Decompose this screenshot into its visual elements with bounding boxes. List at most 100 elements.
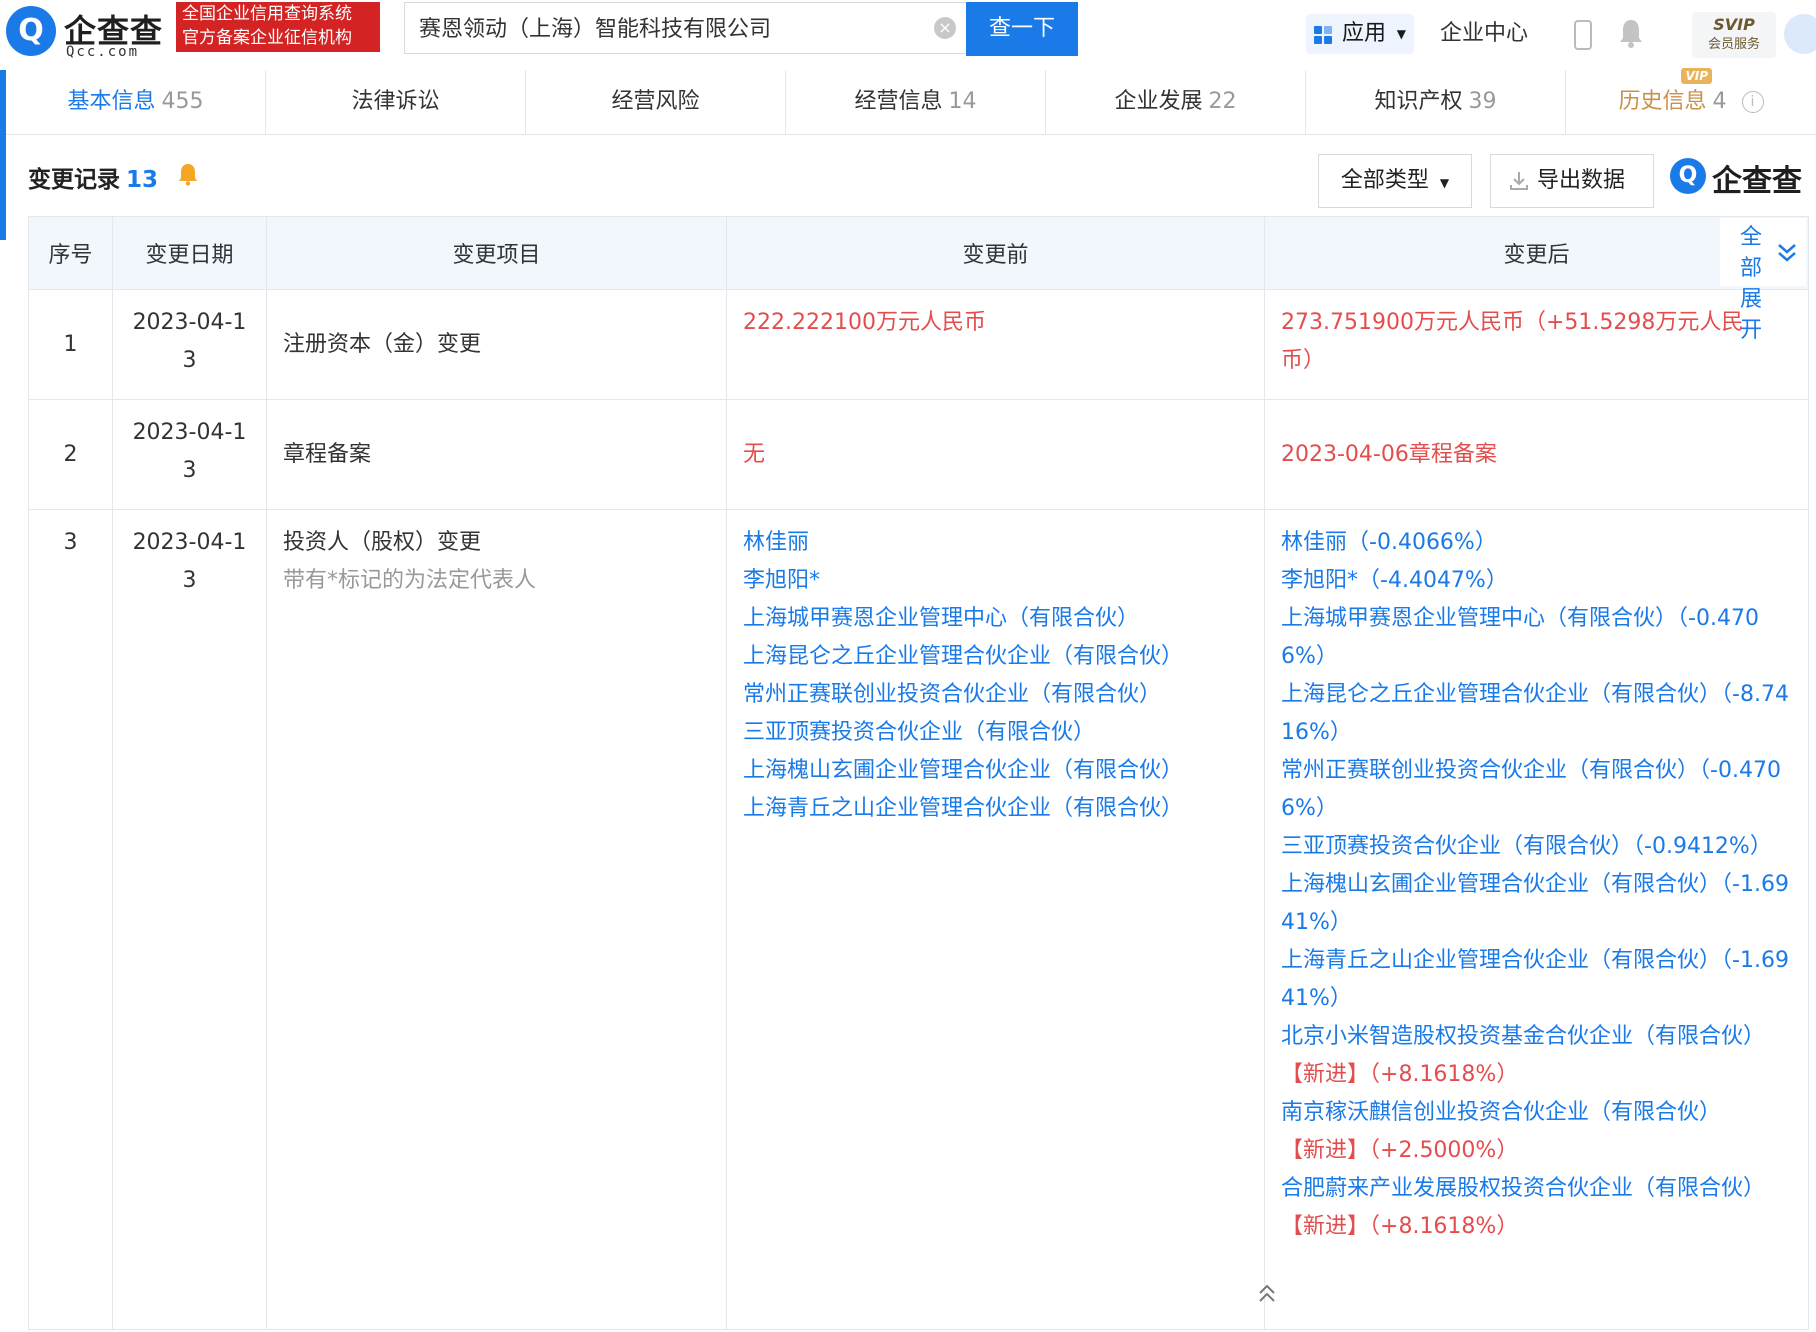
new-investor-tag: 【新进】 bbox=[1281, 1138, 1370, 1163]
double-chevron-up-icon[interactable] bbox=[1256, 1282, 1278, 1304]
column-header: 变更前 bbox=[726, 216, 1265, 290]
table-row: 2 2023-04-13 章程备案 无 2023-04-06章程备案 bbox=[28, 399, 1809, 510]
export-data-button[interactable]: 导出数据 bbox=[1490, 154, 1654, 208]
investor-change: 上海城甲赛恩企业管理中心（有限合伙）（-0.4706%） bbox=[1281, 600, 1792, 676]
investor-link[interactable]: 上海昆仑之丘企业管理合伙企业（有限合伙） bbox=[743, 638, 1248, 676]
investor-change: 常州正赛联创业投资合伙企业（有限合伙）（-0.4706%） bbox=[1281, 752, 1792, 828]
svip-title: SVIP bbox=[1713, 15, 1755, 34]
tab-development[interactable]: 企业发展 22 bbox=[1046, 70, 1306, 134]
tab-business-risk[interactable]: 经营风险 bbox=[526, 70, 786, 134]
export-label: 导出数据 bbox=[1537, 168, 1626, 193]
investor-link[interactable]: 常州正赛联创业投资合伙企业（有限合伙） bbox=[743, 676, 1248, 714]
qcc-logo[interactable]: Q 企查查 Qcc.com bbox=[6, 6, 170, 60]
chevron-down-icon: ▼ bbox=[1439, 176, 1450, 190]
search-input[interactable] bbox=[405, 3, 933, 51]
share-change: （+2.5000%） bbox=[1369, 1138, 1519, 1163]
investor-link[interactable]: 上海城甲赛恩企业管理中心（有限合伙） bbox=[1281, 606, 1677, 631]
section-count: 13 bbox=[126, 167, 159, 193]
brand-name: 企查查 bbox=[1712, 164, 1802, 199]
subscribe-bell-icon[interactable] bbox=[176, 162, 200, 186]
search-button[interactable]: 查一下 bbox=[966, 2, 1078, 56]
tab-label: 经营信息 bbox=[854, 89, 943, 114]
svip-subtitle: 会员服务 bbox=[1707, 37, 1760, 52]
row-after: 2023-04-06章程备案 bbox=[1264, 399, 1809, 510]
new-investor-tag: 【新进】 bbox=[1281, 1214, 1370, 1239]
tab-basic-info[interactable]: 基本信息 455 bbox=[6, 70, 266, 134]
investor-link[interactable]: 李旭阳* bbox=[1281, 568, 1358, 593]
investor-link[interactable]: 上海槐山玄圃企业管理合伙企业（有限合伙） bbox=[743, 752, 1248, 790]
notification-bell-icon[interactable] bbox=[1618, 18, 1644, 48]
type-filter-label: 全部类型 bbox=[1340, 168, 1429, 193]
tab-legal[interactable]: 法律诉讼 bbox=[266, 70, 526, 134]
row-index: 3 bbox=[28, 509, 113, 1330]
tab-label: 历史信息 bbox=[1618, 89, 1707, 114]
investor-link[interactable]: 上海青丘之山企业管理合伙企业（有限合伙） bbox=[1281, 948, 1721, 973]
table-row: 3 2023-04-13 投资人（股权）变更 带有*标记的为法定代表人 林佳丽 … bbox=[28, 509, 1809, 1330]
investor-link[interactable]: 林佳丽 bbox=[1281, 530, 1347, 555]
row-index: 1 bbox=[28, 289, 113, 400]
row-after-list: 林佳丽（-0.4066%） 李旭阳*（-4.4047%） 上海城甲赛恩企业管理中… bbox=[1264, 509, 1809, 1330]
investor-link[interactable]: 合肥蔚来产业发展股权投资合伙企业（有限合伙） bbox=[1281, 1176, 1765, 1201]
investor-link[interactable]: 上海槐山玄圃企业管理合伙企业（有限合伙） bbox=[1281, 872, 1721, 897]
investor-link[interactable]: 上海青丘之山企业管理合伙企业（有限合伙） bbox=[743, 790, 1248, 828]
section-title: 变更记录 13 bbox=[28, 160, 158, 194]
share-change: （+8.1618%） bbox=[1369, 1062, 1519, 1087]
investor-link[interactable]: 北京小米智造股权投资基金合伙企业（有限合伙） bbox=[1281, 1024, 1765, 1049]
mobile-icon[interactable] bbox=[1574, 20, 1592, 50]
apps-menu[interactable]: 应用 ▼ bbox=[1306, 14, 1414, 54]
investor-link[interactable]: 常州正赛联创业投资合伙企业（有限合伙） bbox=[1281, 758, 1699, 783]
share-change: （-4.4047%） bbox=[1358, 568, 1508, 593]
clear-icon[interactable]: × bbox=[934, 17, 956, 39]
row-item: 投资人（股权）变更 带有*标记的为法定代表人 bbox=[266, 509, 727, 1330]
share-change: （+8.1618%） bbox=[1369, 1214, 1519, 1239]
investor-change: 合肥蔚来产业发展股权投资合伙企业（有限合伙） 【新进】（+8.1618%） bbox=[1281, 1170, 1792, 1246]
legal-rep-note: 带有*标记的为法定代表人 bbox=[283, 568, 537, 593]
expand-all-label: 全部展开 bbox=[1740, 225, 1763, 343]
column-header: 变更日期 bbox=[112, 216, 267, 290]
tab-count: 455 bbox=[161, 89, 204, 114]
row-item: 章程备案 bbox=[266, 399, 727, 510]
change-record-table: 序号 变更日期 变更项目 变更前 变更后 1 2023-04-13 注册资本（金… bbox=[28, 216, 1809, 1330]
double-chevron-down-icon bbox=[1778, 244, 1796, 262]
brand-logo-icon: Q bbox=[1670, 158, 1706, 194]
row-after: 273.751900万元人民币（+51.5298万元人民币） bbox=[1264, 289, 1809, 400]
svip-member-service[interactable]: SVIP 会员服务 bbox=[1692, 12, 1776, 58]
chevron-down-icon: ▼ bbox=[1396, 27, 1406, 41]
enterprise-center-link[interactable]: 企业中心 bbox=[1440, 14, 1528, 54]
row-before: 无 bbox=[726, 399, 1265, 510]
investor-link[interactable]: 三亚顶赛投资合伙企业（有限合伙） bbox=[743, 714, 1248, 752]
column-header: 序号 bbox=[28, 216, 113, 290]
official-badge[interactable]: 全国企业信用查询系统 官方备案企业征信机构 bbox=[176, 2, 380, 52]
row-date: 2023-04-13 bbox=[112, 289, 267, 400]
tab-business-info[interactable]: 经营信息 14 bbox=[786, 70, 1046, 134]
tab-ip[interactable]: 知识产权 39 bbox=[1306, 70, 1566, 134]
row-index: 2 bbox=[28, 399, 113, 510]
tab-history[interactable]: VIP 历史信息 4 i bbox=[1566, 68, 1816, 134]
avatar[interactable] bbox=[1784, 14, 1816, 54]
investor-link[interactable]: 上海昆仑之丘企业管理合伙企业（有限合伙） bbox=[1281, 682, 1721, 707]
row-date: 2023-04-13 bbox=[112, 399, 267, 510]
investor-link[interactable]: 李旭阳* bbox=[743, 562, 1248, 600]
investor-change: 三亚顶赛投资合伙企业（有限合伙）（-0.9412%） bbox=[1281, 828, 1792, 866]
tab-label: 法律诉讼 bbox=[351, 89, 440, 114]
top-header: Q 企查查 Qcc.com 全国企业信用查询系统 官方备案企业征信机构 × 查一… bbox=[0, 0, 1816, 71]
tab-label: 经营风险 bbox=[611, 89, 700, 114]
row-item: 注册资本（金）变更 bbox=[266, 289, 727, 400]
logo-icon: Q bbox=[6, 6, 56, 56]
investor-change: 上海槐山玄圃企业管理合伙企业（有限合伙）（-1.6941%） bbox=[1281, 866, 1792, 942]
investor-change: 上海青丘之山企业管理合伙企业（有限合伙）（-1.6941%） bbox=[1281, 942, 1792, 1018]
investor-link[interactable]: 南京稼沃麒信创业投资合伙企业（有限合伙） bbox=[1281, 1100, 1721, 1125]
investor-link[interactable]: 三亚顶赛投资合伙企业（有限合伙） bbox=[1281, 834, 1633, 859]
expand-all-button[interactable]: 全部展开 bbox=[1720, 218, 1806, 343]
info-icon[interactable]: i bbox=[1741, 91, 1764, 113]
search-box: × bbox=[404, 2, 966, 54]
logo-domain: Qcc.com bbox=[66, 44, 140, 60]
investor-link[interactable]: 上海城甲赛恩企业管理中心（有限合伙） bbox=[743, 600, 1248, 638]
new-investor-tag: 【新进】 bbox=[1281, 1062, 1370, 1087]
type-filter-dropdown[interactable]: 全部类型 ▼ bbox=[1318, 154, 1472, 208]
row-before-list: 林佳丽 李旭阳* 上海城甲赛恩企业管理中心（有限合伙） 上海昆仑之丘企业管理合伙… bbox=[726, 509, 1265, 1330]
vip-badge: VIP bbox=[1681, 68, 1712, 84]
tab-count: 39 bbox=[1468, 89, 1497, 114]
investor-link[interactable]: 林佳丽 bbox=[743, 524, 1248, 562]
official-badge-line2: 官方备案企业征信机构 bbox=[182, 28, 352, 48]
